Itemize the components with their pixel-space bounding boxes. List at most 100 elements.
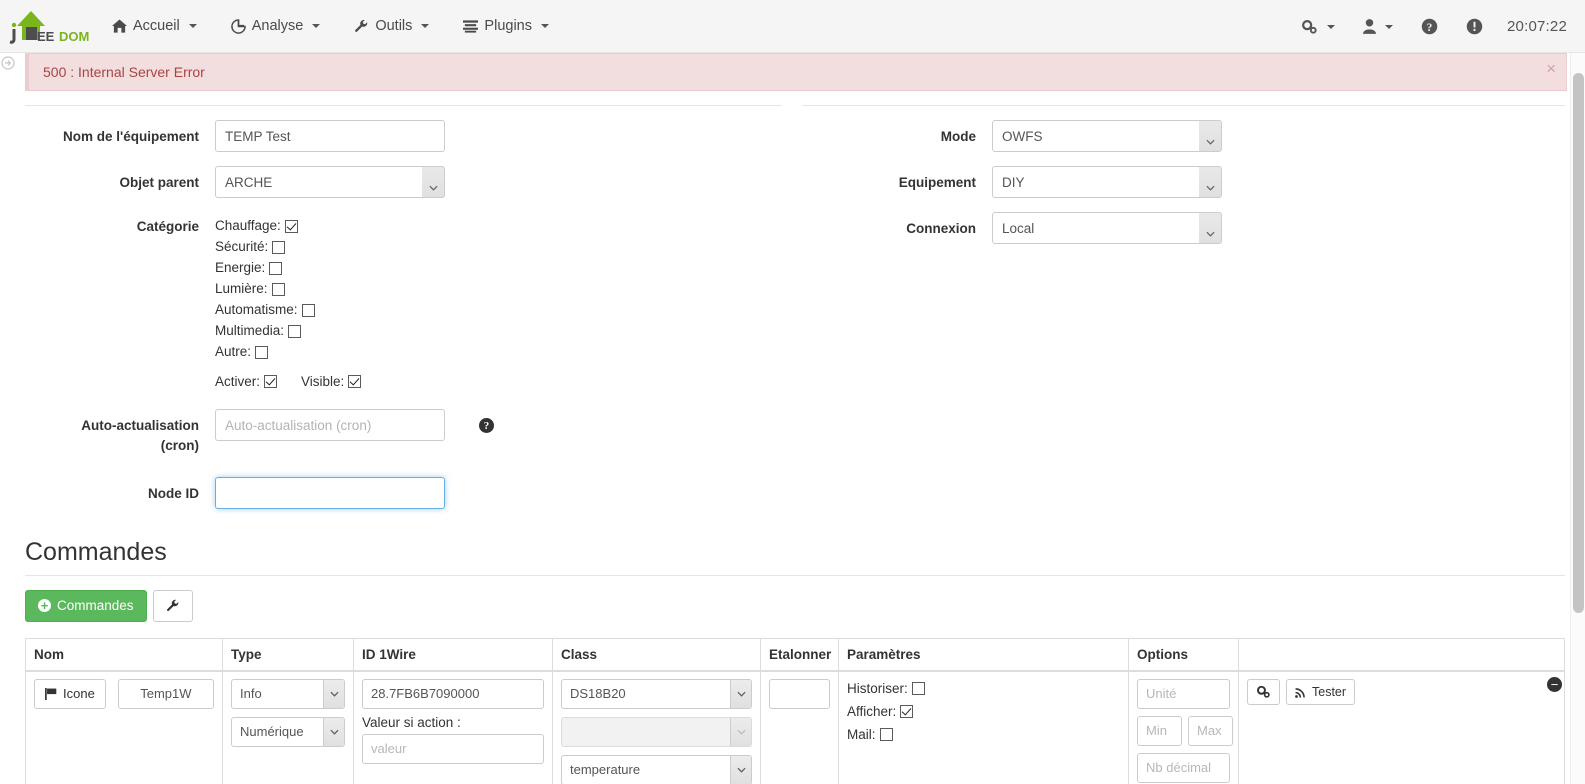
- field-node-id: Node ID: [25, 477, 782, 510]
- connexion-select[interactable]: Local: [992, 212, 1222, 244]
- cell-actions: Tester −: [1238, 670, 1565, 784]
- unite-input[interactable]: [1137, 678, 1230, 709]
- user-menu-button[interactable]: [1349, 0, 1407, 53]
- question-circle-icon: ?: [1421, 18, 1438, 35]
- nav-item-accueil[interactable]: Accueil: [95, 0, 214, 53]
- user-icon: [1363, 19, 1376, 34]
- equipment-form: Nom de l'équipement Objet parent ARCHE: [0, 105, 1585, 523]
- collapse-sidebar-icon[interactable]: [1, 56, 15, 70]
- error-alert: 500 : Internal Server Error ×: [25, 53, 1567, 91]
- svg-text:EE: EE: [37, 29, 55, 44]
- field-objet-parent: Objet parent ARCHE: [25, 166, 782, 198]
- category-autre-label: Autre:: [215, 344, 252, 359]
- chevron-down-icon: [1327, 24, 1335, 29]
- nav-item-outils-label: Outils: [375, 18, 413, 34]
- navbar-right: ? 20:07:22: [1287, 0, 1585, 53]
- category-lumiere-checkbox[interactable]: [271, 282, 285, 296]
- class-sub-select: [561, 716, 752, 747]
- node-id-input[interactable]: [215, 477, 445, 510]
- param-afficher-checkbox[interactable]: [900, 705, 914, 719]
- class-measure-select[interactable]: temperature: [561, 754, 752, 784]
- icone-button[interactable]: Icone: [34, 678, 106, 709]
- param-afficher: Afficher:: [847, 702, 1120, 722]
- category-energie-checkbox[interactable]: [269, 261, 283, 275]
- commandes-table: Nom Type ID 1Wire Class Etalonner Paramè…: [25, 637, 1565, 784]
- etalonner-input[interactable]: [769, 678, 830, 709]
- category-energie-label: Energie:: [215, 260, 266, 275]
- commande-subtype-select[interactable]: Numérique: [231, 716, 345, 747]
- wrench-icon: [166, 599, 180, 613]
- nb-decimal-input[interactable]: [1137, 752, 1230, 783]
- field-mode: Mode OWFS: [802, 120, 1565, 152]
- categorie-checkbox-list: Chauffage: Sécurité: Energie: Lumière: A…: [215, 212, 782, 389]
- tester-button[interactable]: Tester: [1286, 678, 1356, 705]
- max-input[interactable]: [1188, 715, 1233, 746]
- nav-item-analyse-label: Analyse: [251, 18, 304, 34]
- table-header-row: Nom Type ID 1Wire Class Etalonner Paramè…: [25, 637, 1565, 672]
- visible-checkbox[interactable]: [348, 375, 362, 388]
- chevron-down-icon: [188, 24, 197, 28]
- svg-text:DOM: DOM: [59, 29, 89, 44]
- page-scrollbar[interactable]: [1570, 53, 1585, 784]
- commande-name-input[interactable]: [117, 678, 214, 709]
- field-categorie-label: Catégorie: [136, 219, 199, 234]
- field-connexion: Connexion Local: [802, 212, 1565, 244]
- commande-subtype-select-wrap: Numérique: [231, 716, 345, 747]
- close-icon[interactable]: ×: [1546, 60, 1556, 77]
- activer-label: Activer:: [215, 374, 261, 389]
- param-historiser-checkbox[interactable]: [911, 682, 925, 696]
- activer-checkbox[interactable]: [264, 375, 278, 388]
- nav-item-plugins-label: Plugins: [484, 18, 532, 34]
- question-circle-icon[interactable]: ?: [479, 418, 494, 433]
- minus-circle-icon[interactable]: −: [1547, 676, 1562, 692]
- nav-item-outils[interactable]: Outils: [337, 0, 446, 53]
- mode-select[interactable]: OWFS: [992, 120, 1222, 152]
- help-button[interactable]: ?: [1407, 0, 1452, 53]
- auto-actualisation-input[interactable]: [215, 409, 445, 441]
- objet-parent-select[interactable]: ARCHE: [215, 166, 445, 198]
- field-nom-equipement: Nom de l'équipement: [25, 120, 782, 152]
- category-autre: Autre:: [215, 342, 782, 362]
- cron-label-line1: Auto-actualisation: [81, 418, 199, 433]
- category-autre-checkbox[interactable]: [255, 345, 269, 359]
- category-automatisme-checkbox[interactable]: [301, 303, 315, 317]
- param-mail-checkbox[interactable]: [879, 728, 893, 742]
- category-securite-checkbox[interactable]: [272, 240, 286, 254]
- field-auto-actualisation-label: Auto-actualisation (cron): [25, 409, 215, 455]
- commande-type-select[interactable]: Info: [231, 678, 345, 709]
- activer-visible-row: Activer: Visible:: [215, 374, 782, 389]
- page-body: 500 : Internal Server Error × Nom de l'é…: [0, 53, 1585, 784]
- commande-config-button[interactable]: [1247, 678, 1280, 705]
- min-input[interactable]: [1137, 715, 1182, 746]
- class-select[interactable]: DS18B20: [561, 678, 752, 709]
- commandes-config-button[interactable]: [152, 589, 193, 622]
- category-multimedia-checkbox[interactable]: [288, 324, 302, 338]
- jeedom-logo[interactable]: EE DOM: [0, 0, 95, 53]
- add-commande-label: Commandes: [57, 598, 134, 614]
- field-node-id-label: Node ID: [147, 486, 199, 502]
- settings-menu-button[interactable]: [1287, 0, 1349, 53]
- param-mail: Mail:: [847, 725, 1120, 745]
- category-automatisme-label: Automatisme:: [215, 302, 298, 317]
- nom-equipement-input[interactable]: [215, 120, 445, 152]
- add-commande-button[interactable]: + Commandes: [25, 589, 147, 622]
- info-button[interactable]: [1452, 0, 1497, 53]
- category-chauffage-checkbox[interactable]: [284, 219, 298, 233]
- valeur-si-action-input[interactable]: [362, 733, 544, 764]
- cell-nom: Icone: [25, 670, 223, 784]
- table-row: Icone Info: [25, 670, 1565, 784]
- page-scrollbar-thumb[interactable]: [1573, 73, 1584, 613]
- top-navbar: EE DOM Accueil Analyse Outils Plugins ? …: [0, 0, 1585, 53]
- commandes-table-body: Icone Info: [25, 670, 1565, 784]
- nav-item-plugins[interactable]: Plugins: [446, 0, 566, 53]
- field-nom-equipement-label: Nom de l'équipement: [63, 129, 199, 144]
- column-header-type: Type: [222, 637, 354, 672]
- nav-item-analyse[interactable]: Analyse: [214, 0, 338, 53]
- visible-label: Visible:: [301, 374, 345, 389]
- field-objet-parent-label: Objet parent: [119, 175, 199, 190]
- category-lumiere-label: Lumière:: [215, 281, 268, 296]
- form-left-panel: Nom de l'équipement Objet parent ARCHE: [25, 105, 782, 523]
- wrench-icon: [354, 19, 369, 34]
- id-1wire-input[interactable]: [362, 678, 544, 709]
- equipement-select[interactable]: DIY: [992, 166, 1222, 198]
